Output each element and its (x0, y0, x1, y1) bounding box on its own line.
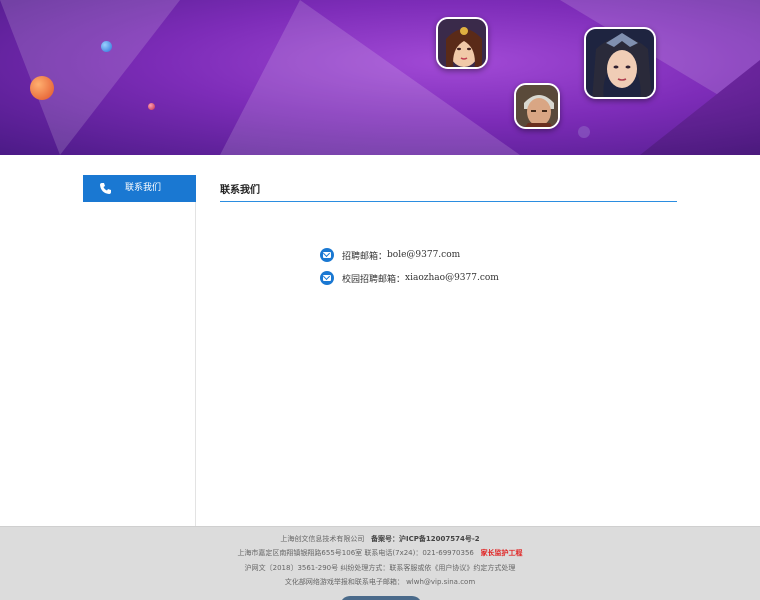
address-phone: 上海市嘉定区南翔镇银翔路655号106室 联系电话(7x24)：021-6997… (237, 549, 474, 557)
icp-number[interactable]: 备案号：沪ICP备12007574号-2 (371, 535, 480, 543)
footer-line-culture: 文化部网络游戏举报和联系电子邮箱： wlwh@vip.sina.com (284, 578, 476, 586)
contact-email[interactable]: bole@9377.com (387, 250, 460, 260)
dark-sorceress-avatar (584, 27, 656, 99)
orange-planet (30, 76, 54, 100)
contact-label: 招聘邮箱： (342, 251, 388, 262)
sidebar: 联系我们 (83, 175, 196, 526)
contact-email[interactable]: xiaozhao@9377.com (405, 273, 499, 283)
guardian-link[interactable]: 家长监护工程 (481, 549, 523, 557)
pink-planet (148, 103, 155, 110)
company-name: 上海创文信息技术有限公司 (280, 535, 365, 543)
footer: 上海创文信息技术有限公司 备案号：沪ICP备12007574号-2 上海市嘉定区… (0, 526, 760, 600)
page-title: 联系我们 (220, 185, 260, 196)
sidebar-item-contact-us[interactable]: 联系我们 (83, 175, 196, 202)
contact-row-campus: 校园招聘邮箱： xiaozhao@9377.com (320, 270, 499, 286)
footer-line-address: 上海市嘉定区南翔镇银翔路655号106室 联系电话(7x24)：021-6997… (0, 549, 760, 558)
blue-planet (101, 41, 112, 52)
title-divider (220, 201, 677, 202)
sidebar-item-label: 联系我们 (125, 183, 162, 193)
violet-planet (578, 126, 590, 138)
mail-icon (320, 248, 334, 262)
female-warrior-avatar (436, 17, 488, 69)
top-banner (0, 0, 760, 155)
footer-line-company: 上海创文信息技术有限公司 备案号：沪ICP备12007574号-2 (0, 535, 760, 544)
footer-line-license: 沪网文〔2018〕3561-290号 纠纷处理方式：联系客服或依《用户协议》约定… (244, 564, 516, 572)
contact-row-recruit: 招聘邮箱： bole@9377.com (320, 247, 460, 263)
footer-badge[interactable] (340, 596, 422, 600)
mail-icon (320, 271, 334, 285)
contact-label: 校园招聘邮箱： (342, 274, 406, 285)
phone-icon (99, 182, 112, 195)
male-warrior-avatar (514, 83, 560, 129)
page: 联系我们 联系我们 招聘邮箱： bole@9377.com 校园招聘邮箱： xi… (0, 0, 760, 600)
